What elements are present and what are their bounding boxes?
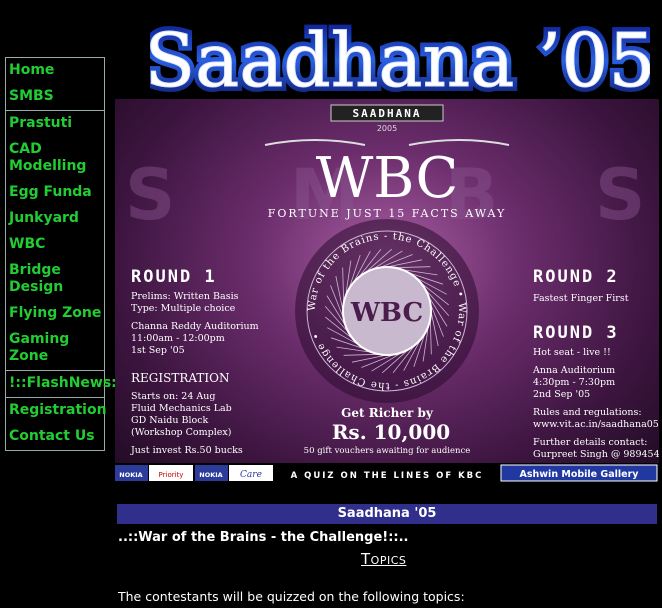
saadhana-logo-text: SAADHANA <box>353 107 422 120</box>
banner-line: Channa Reddy Auditorium <box>131 321 259 332</box>
banner-line: Just invest Rs.50 bucks <box>131 445 243 456</box>
footer-tagline: A QUIZ ON THE LINES OF KBC <box>291 471 484 481</box>
registration-details: Starts on: 24 Aug Fluid Mechanics Lab GD N… <box>131 391 243 457</box>
nav-group: Home SMBS <box>6 58 104 111</box>
banner-line: Fastest Finger First <box>533 293 629 304</box>
banner-line: Rules and regulations: <box>533 407 642 418</box>
bg-letter: S <box>125 154 175 236</box>
nav-link-home[interactable]: Home <box>6 58 104 84</box>
nav-link-junkyard[interactable]: Junkyard <box>6 206 104 232</box>
banner-line: Hot seat - live !! <box>533 347 611 358</box>
nav-link-smbs[interactable]: SMBS <box>6 84 104 110</box>
ornament-lines <box>264 139 510 146</box>
topics-intro: The contestants will be quizzed on the f… <box>118 589 465 604</box>
banner-line: Type: Multiple choice <box>131 303 236 314</box>
nav-link-flying-zone[interactable]: Flying Zone <box>6 301 104 327</box>
nav-group: Registration Contact Us <box>6 398 107 451</box>
svg-text:NOKIA: NOKIA <box>199 471 222 479</box>
banner-line: Further details contact: <box>533 437 648 448</box>
registration-title: REGISTRATION <box>131 371 230 385</box>
round2-title: ROUND 2 <box>533 267 619 287</box>
nav-group: !::FlashNews::! <box>6 371 129 398</box>
section-header: Saadhana '05 <box>117 504 657 524</box>
nav-link-gaming-zone[interactable]: Gaming Zone <box>6 327 104 370</box>
nav-link-contact-us[interactable]: Contact Us <box>6 424 104 450</box>
nav-link-prastuti[interactable]: Prastuti <box>6 111 104 137</box>
nav-link-bridge-design[interactable]: Bridge Design <box>6 258 104 301</box>
banner-line: 4:30pm - 7:30pm <box>533 377 616 388</box>
banner-line: 11:00am - 12:00pm <box>131 333 225 344</box>
banner-line: 2nd Sep '05 <box>533 389 591 400</box>
round2-details: Fastest Finger First <box>533 293 629 305</box>
nav-link-flashnews[interactable]: !::FlashNews::! <box>6 371 129 397</box>
banner-tagline: FORTUNE JUST 15 FACTS AWAY <box>268 207 506 220</box>
round3-details: Hot seat - live !! Anna Auditorium 4:30pm … <box>533 347 659 461</box>
nav-group: Prastuti CAD Modelling Egg Funda Junkyard WB… <box>6 111 104 371</box>
banner-line: GD Naidu Block <box>131 415 209 426</box>
banner-line: Fluid Mechanics Lab <box>131 403 232 414</box>
banner-line: 1st Sep '05 <box>131 345 185 356</box>
nav-link-cad-modelling[interactable]: CAD Modelling <box>6 137 104 180</box>
wbc-banner: S M B S SAADHANA 2005 WBC FORTUNE JUST 1… <box>115 99 659 483</box>
svg-text:Priority: Priority <box>159 471 184 479</box>
svg-text:Care: Care <box>240 470 262 480</box>
topics-heading-text: Topics <box>361 550 407 568</box>
nav-link-registration[interactable]: Registration <box>6 398 107 424</box>
page-subtitle: ..::War of the Brains - the Challenge!::… <box>118 530 409 545</box>
site-title-text: Saadhana ’05 <box>150 18 650 104</box>
prize-line3: 50 gift vouchers awaiting for audience <box>304 446 471 456</box>
banner-line: Prelims: Written Basis <box>131 291 239 302</box>
svg-text:Ashwin Mobile Gallery: Ashwin Mobile Gallery <box>520 469 640 480</box>
banner-line: Gurpreet Singh @ 9894548934 <box>533 449 659 460</box>
banner-line: (Workshop Complex) <box>131 427 232 438</box>
wbc-headline: WBC <box>316 146 459 211</box>
prize-amount: Rs. 10,000 <box>332 420 450 444</box>
round3-title: ROUND 3 <box>533 323 619 343</box>
banner-line: Starts on: 24 Aug <box>131 391 216 402</box>
nav-link-wbc[interactable]: WBC <box>6 232 104 258</box>
round1-title: ROUND 1 <box>131 267 217 287</box>
nav-link-egg-funda[interactable]: Egg Funda <box>6 180 104 206</box>
bg-letter: S <box>595 154 645 236</box>
prize-line1: Get Richer by <box>341 406 434 420</box>
left-nav: Home SMBS Prastuti CAD Modelling Egg Funda Ju… <box>5 57 129 451</box>
svg-text:NOKIA: NOKIA <box>119 471 142 479</box>
site-title: Saadhana ’05 Saadhana ’05 <box>150 13 650 108</box>
medallion-wbc: WBC <box>350 298 423 328</box>
banner-line: Anna Auditorium <box>533 365 616 376</box>
round1-details: Prelims: Written Basis Type: Multiple cho… <box>131 291 259 357</box>
saadhana-logo-year: 2005 <box>377 124 397 133</box>
topics-heading: Topics <box>361 550 406 568</box>
banner-line: www.vit.ac.in/saadhana05 <box>533 419 659 430</box>
